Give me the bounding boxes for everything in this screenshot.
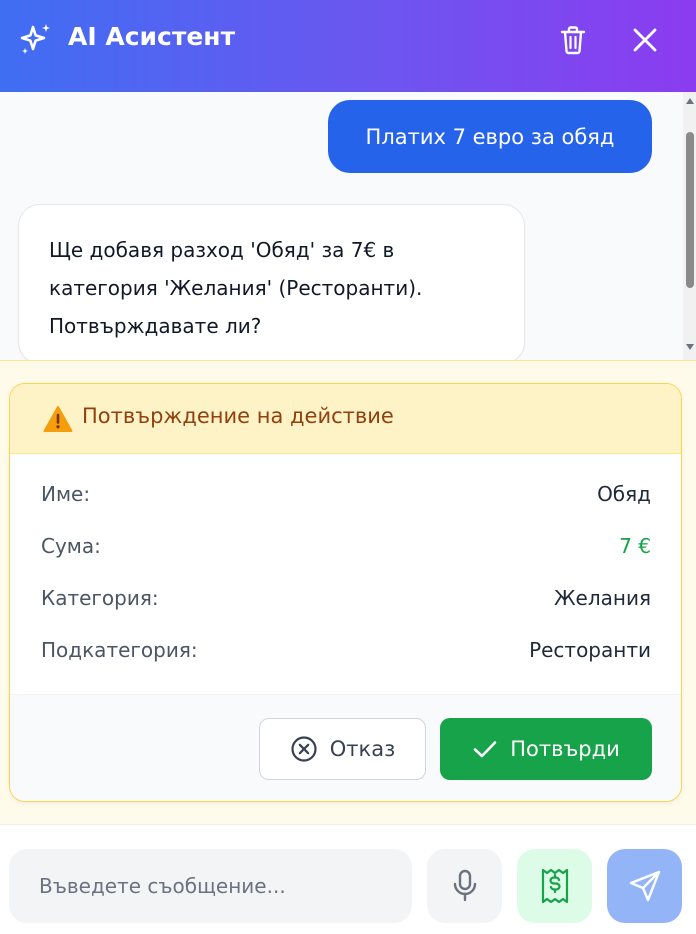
confirm-button[interactable]: Потвърди <box>440 718 652 780</box>
scroll-down-arrow-icon[interactable] <box>686 344 694 350</box>
field-row-category: Категория: Желания <box>41 586 651 616</box>
receipt-dollar-icon <box>541 868 568 904</box>
scroll-up-arrow-icon[interactable] <box>686 98 694 104</box>
chat-scrollbar[interactable] <box>683 92 696 360</box>
field-value-amount: 7 € <box>619 534 651 558</box>
field-value: Желания <box>554 586 651 610</box>
message-input[interactable] <box>9 849 412 923</box>
field-row-subcategory: Подкатегория: Ресторанти <box>41 638 651 668</box>
chat-header: AI Асистент <box>0 0 696 92</box>
cancel-button[interactable]: Отказ <box>259 718 426 780</box>
confirmation-panel: Потвърждение на действие Име: Обяд Сума:… <box>0 360 696 824</box>
confirm-button-label: Потвърди <box>510 737 620 761</box>
trash-icon[interactable] <box>558 24 588 56</box>
microphone-button[interactable] <box>427 849 502 923</box>
header-title: AI Асистент <box>68 22 236 51</box>
field-row-name: Име: Обяд <box>41 482 651 512</box>
assistant-message-text: Ще добавя разход 'Обяд' за 7€ в категори… <box>49 238 423 338</box>
confirmation-card: Потвърждение на действие Име: Обяд Сума:… <box>9 383 682 802</box>
field-label: Сума: <box>41 534 101 558</box>
field-label: Подкатегория: <box>41 638 198 662</box>
field-row-amount: Сума: 7 € <box>41 534 651 564</box>
field-label: Име: <box>41 482 91 506</box>
assistant-message: Ще добавя разход 'Обяд' за 7€ в категори… <box>18 204 525 360</box>
user-message: Платих 7 евро за обяд <box>328 100 652 173</box>
receipt-scan-button[interactable] <box>517 849 592 923</box>
send-button[interactable] <box>607 849 682 923</box>
warning-icon <box>43 406 73 432</box>
check-icon <box>473 741 497 758</box>
message-input-bar <box>0 824 696 934</box>
field-value: Ресторанти <box>529 638 651 662</box>
sparkles-icon <box>20 24 50 54</box>
x-circle-icon <box>291 736 317 762</box>
cancel-button-label: Отказ <box>329 737 396 761</box>
confirmation-actions: Отказ Потвърди <box>10 694 681 801</box>
field-value: Обяд <box>597 482 651 506</box>
confirmation-title: Потвърждение на действие <box>82 404 394 428</box>
scrollbar-thumb[interactable] <box>686 132 694 288</box>
close-icon[interactable] <box>630 25 660 55</box>
confirmation-header: Потвърждение на действие <box>10 384 681 454</box>
microphone-icon <box>453 869 476 902</box>
chat-messages: Платих 7 евро за обяд Ще добавя разход '… <box>0 92 696 360</box>
user-message-text: Платих 7 евро за обяд <box>365 124 615 149</box>
send-icon <box>629 870 660 902</box>
field-label: Категория: <box>41 586 159 610</box>
